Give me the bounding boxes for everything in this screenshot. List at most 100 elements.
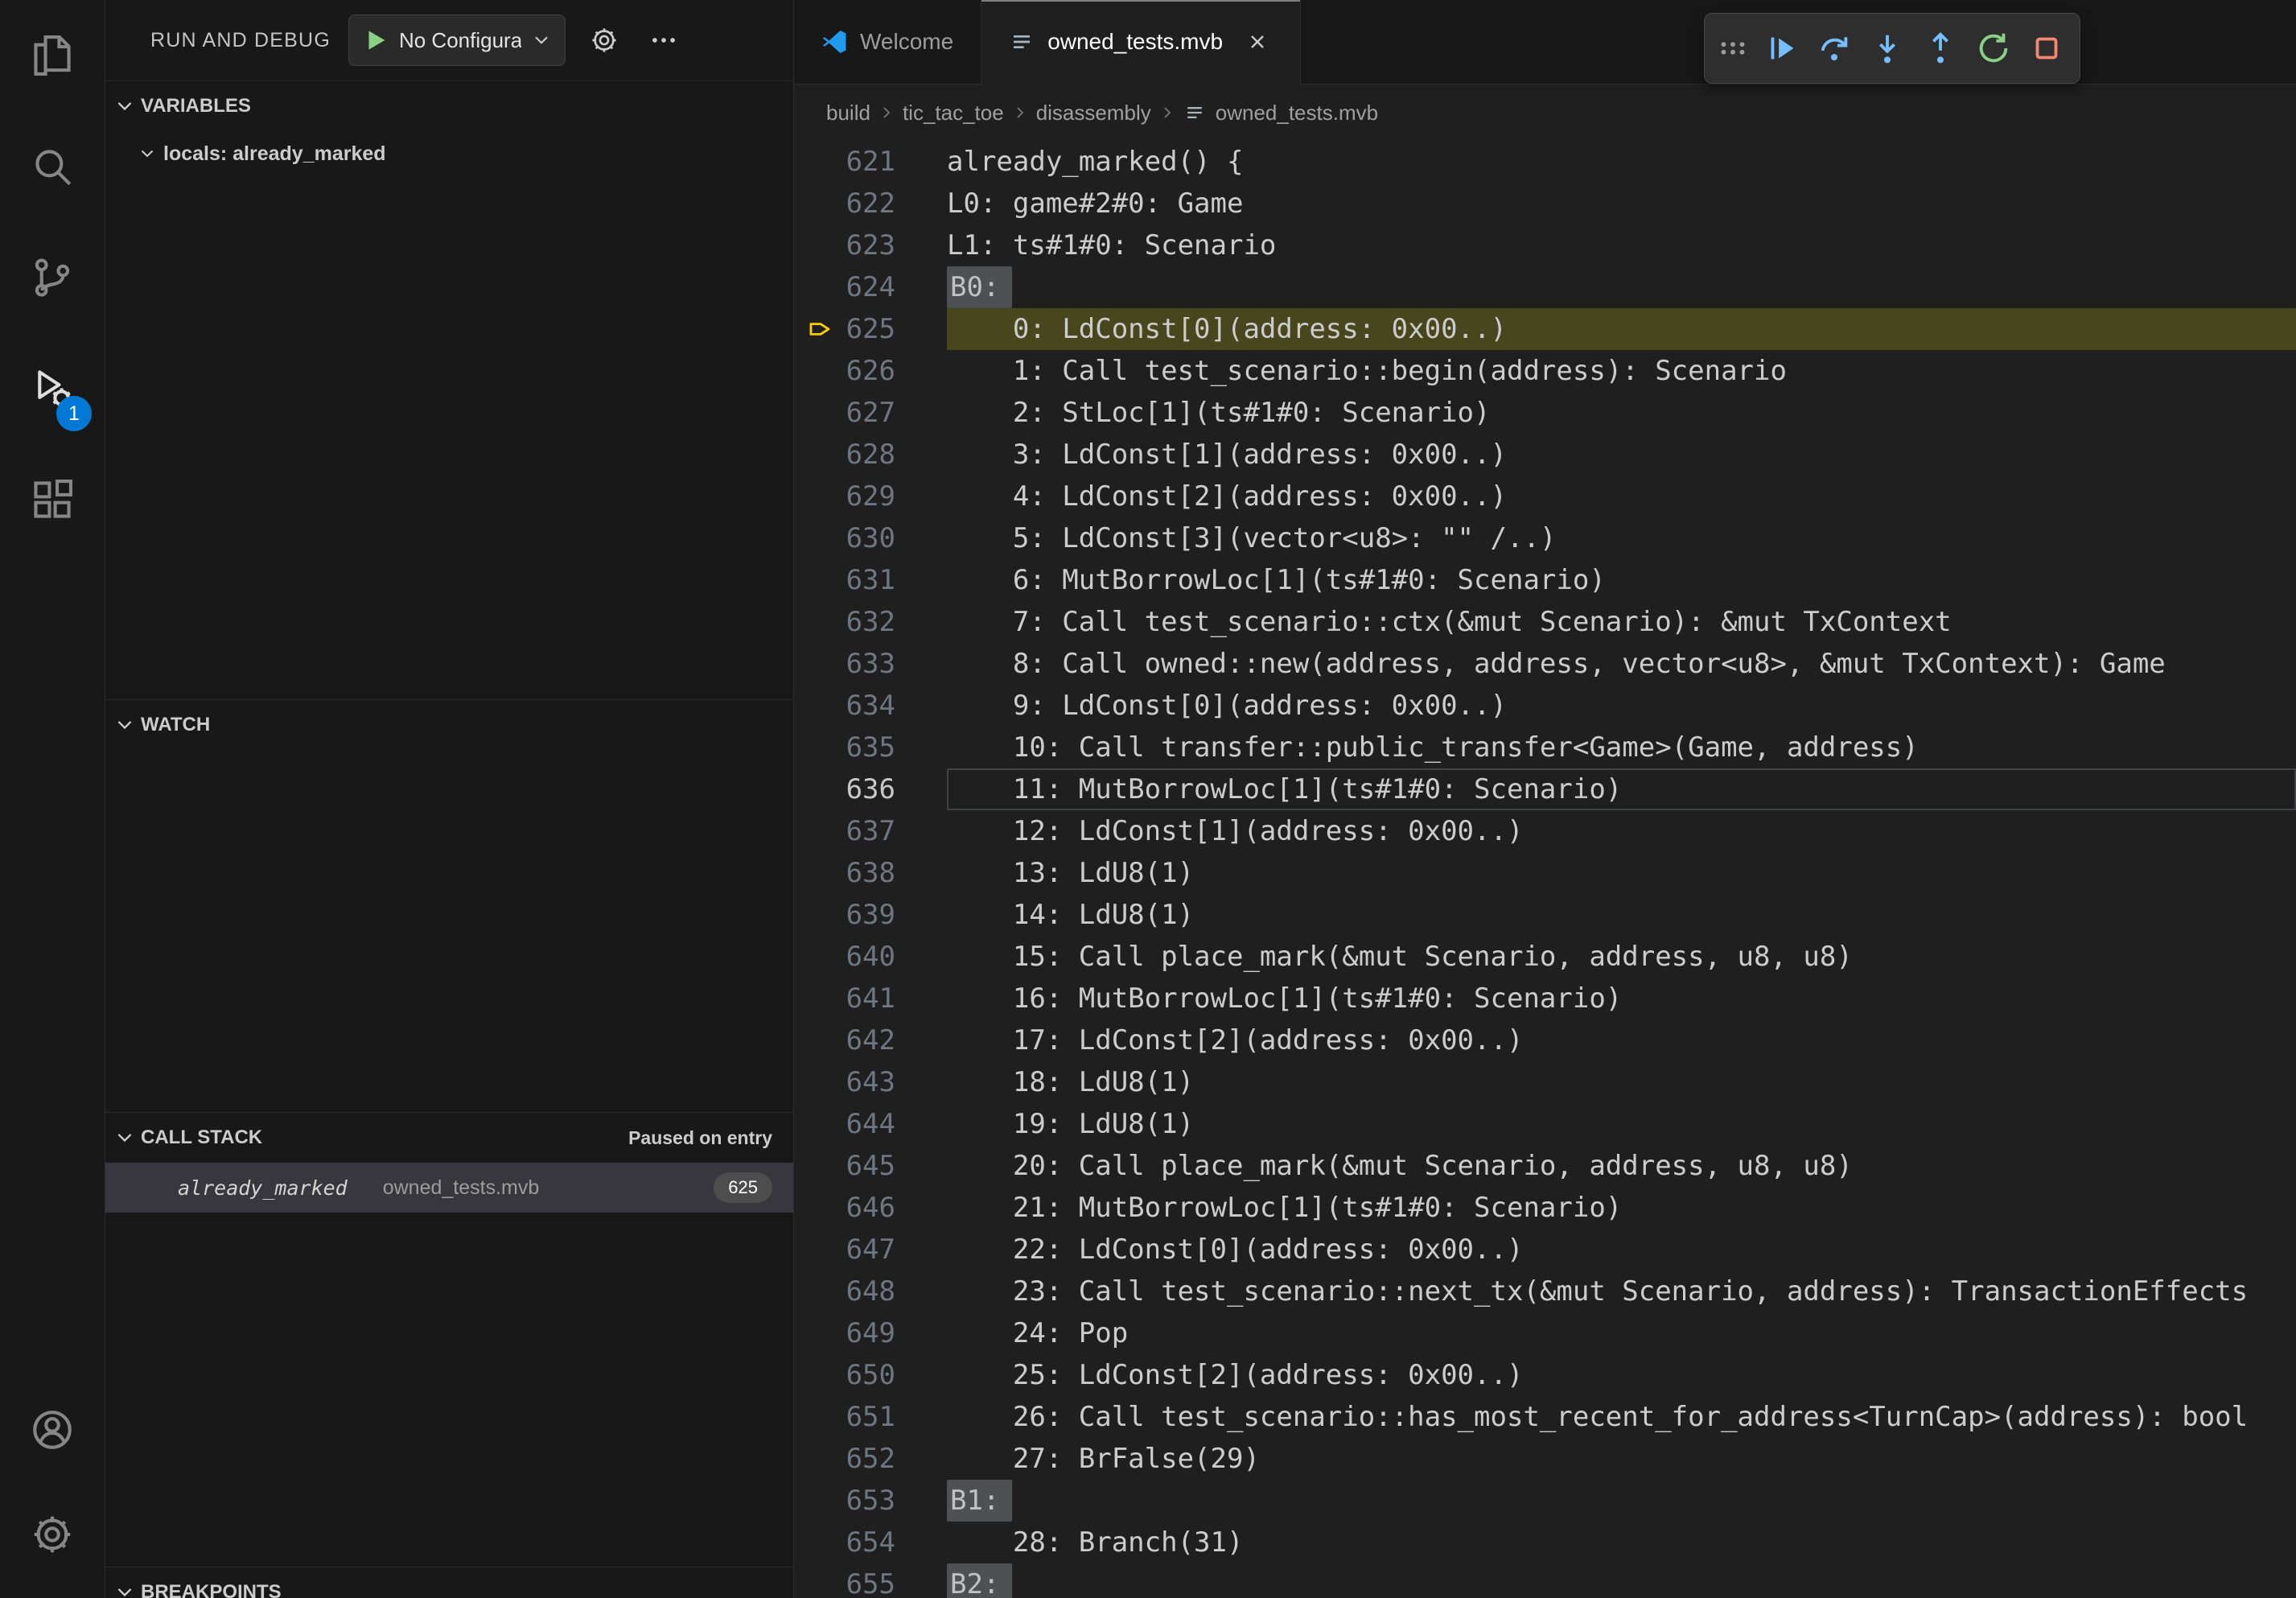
code-line-content[interactable]: 26: Call test_scenario::has_most_recent_… (947, 1396, 2296, 1438)
search-activity-button[interactable] (0, 111, 105, 222)
tab-owned-tests[interactable]: owned_tests.mvb (981, 0, 1301, 84)
code-line-content[interactable]: 19: LdU8(1) (947, 1103, 2296, 1145)
line-number-gutter[interactable]: 622 (794, 183, 947, 224)
code-line-content[interactable]: 23: Call test_scenario::next_tx(&mut Sce… (947, 1271, 2296, 1312)
code-line-content[interactable]: B1: (947, 1480, 2296, 1522)
extensions-activity-button[interactable] (0, 444, 105, 555)
line-number-gutter[interactable]: 636 (794, 768, 947, 810)
line-number-gutter[interactable]: 625 (794, 308, 947, 350)
source-control-activity-button[interactable] (0, 222, 105, 333)
line-number-gutter[interactable]: 643 (794, 1061, 947, 1103)
code-line-content[interactable]: 18: LdU8(1) (947, 1061, 2296, 1103)
watch-section-header[interactable]: WATCH (105, 700, 793, 750)
call-stack-section-header[interactable]: CALL STACK Paused on entry (105, 1113, 793, 1163)
code-line-content[interactable]: 20: Call place_mark(&mut Scenario, addre… (947, 1145, 2296, 1187)
step-out-button[interactable] (1915, 23, 1965, 73)
line-number-gutter[interactable]: 653 (794, 1480, 947, 1522)
manage-settings-button[interactable] (0, 1482, 105, 1587)
line-number-gutter[interactable]: 621 (794, 141, 947, 183)
variables-scope-row[interactable]: locals: already_marked (105, 131, 793, 176)
line-number-gutter[interactable]: 630 (794, 517, 947, 559)
variables-section-header[interactable]: VARIABLES (105, 81, 793, 131)
breadcrumb-item[interactable]: tic_tac_toe (903, 101, 1004, 126)
line-number-gutter[interactable]: 638 (794, 852, 947, 894)
line-number-gutter[interactable]: 655 (794, 1563, 947, 1598)
code-line-content[interactable]: 22: LdConst[0](address: 0x00..) (947, 1229, 2296, 1271)
code-line-content[interactable]: 12: LdConst[1](address: 0x00..) (947, 810, 2296, 852)
line-number-gutter[interactable]: 651 (794, 1396, 947, 1438)
line-number-gutter[interactable]: 648 (794, 1271, 947, 1312)
code-line-content[interactable]: B0: (947, 266, 2296, 308)
code-line-content[interactable]: 2: StLoc[1](ts#1#0: Scenario) (947, 392, 2296, 434)
continue-button[interactable] (1756, 23, 1806, 73)
line-number-gutter[interactable]: 644 (794, 1103, 947, 1145)
code-line-content[interactable]: already_marked() { (947, 141, 2296, 183)
line-number-gutter[interactable]: 629 (794, 476, 947, 517)
code-line-content[interactable]: 7: Call test_scenario::ctx(&mut Scenario… (947, 601, 2296, 643)
code-line-content[interactable]: 17: LdConst[2](address: 0x00..) (947, 1019, 2296, 1061)
code-line-content[interactable]: 27: BrFalse(29) (947, 1438, 2296, 1480)
line-number-gutter[interactable]: 627 (794, 392, 947, 434)
code-line-content[interactable]: 4: LdConst[2](address: 0x00..) (947, 476, 2296, 517)
code-line-content[interactable]: 1: Call test_scenario::begin(address): S… (947, 350, 2296, 392)
breadcrumb-file-item[interactable]: owned_tests.mvb (1183, 101, 1378, 126)
code-line-content[interactable]: L0: game#2#0: Game (947, 183, 2296, 224)
breadcrumb-item[interactable]: build (826, 101, 870, 126)
step-over-button[interactable] (1809, 23, 1859, 73)
code-line-content[interactable]: 13: LdU8(1) (947, 852, 2296, 894)
stop-button[interactable] (2022, 23, 2072, 73)
line-number-gutter[interactable]: 649 (794, 1312, 947, 1354)
code-line-content[interactable]: 8: Call owned::new(address, address, vec… (947, 643, 2296, 685)
line-number-gutter[interactable]: 631 (794, 559, 947, 601)
code-line-content[interactable]: 10: Call transfer::public_transfer<Game>… (947, 727, 2296, 768)
code-line-content[interactable]: L1: ts#1#0: Scenario (947, 224, 2296, 266)
line-number-gutter[interactable]: 645 (794, 1145, 947, 1187)
line-number-gutter[interactable]: 641 (794, 978, 947, 1019)
line-number-gutter[interactable]: 646 (794, 1187, 947, 1229)
breakpoints-section-header[interactable]: BREAKPOINTS (105, 1567, 793, 1598)
line-number-gutter[interactable]: 642 (794, 1019, 947, 1061)
code-line-content[interactable]: 15: Call place_mark(&mut Scenario, addre… (947, 936, 2296, 978)
breadcrumb-item[interactable]: disassembly (1036, 101, 1151, 126)
explorer-activity-button[interactable] (0, 0, 105, 111)
close-tab-button[interactable] (1242, 27, 1273, 57)
code-line-content[interactable]: 14: LdU8(1) (947, 894, 2296, 936)
debug-settings-button[interactable] (583, 19, 625, 61)
code-line-content[interactable]: 0: LdConst[0](address: 0x00..) (947, 308, 2296, 350)
code-line-content[interactable]: 28: Branch(31) (947, 1522, 2296, 1563)
code-line-content[interactable]: 6: MutBorrowLoc[1](ts#1#0: Scenario) (947, 559, 2296, 601)
line-number-gutter[interactable]: 635 (794, 727, 947, 768)
line-number-gutter[interactable]: 624 (794, 266, 947, 308)
account-button[interactable] (0, 1378, 105, 1482)
line-number-gutter[interactable]: 640 (794, 936, 947, 978)
step-into-button[interactable] (1862, 23, 1912, 73)
line-number-gutter[interactable]: 623 (794, 224, 947, 266)
code-editor[interactable]: 621 already_marked() { 622 L0: game#2#0:… (794, 141, 2296, 1598)
line-number-gutter[interactable]: 639 (794, 894, 947, 936)
views-more-actions-button[interactable] (643, 19, 685, 61)
line-number-gutter[interactable]: 626 (794, 350, 947, 392)
line-number-gutter[interactable]: 634 (794, 685, 947, 727)
line-number-gutter[interactable]: 632 (794, 601, 947, 643)
line-number-gutter[interactable]: 652 (794, 1438, 947, 1480)
code-line-content[interactable]: 21: MutBorrowLoc[1](ts#1#0: Scenario) (947, 1187, 2296, 1229)
code-line-content[interactable]: 24: Pop (947, 1312, 2296, 1354)
line-number-gutter[interactable]: 647 (794, 1229, 947, 1271)
debug-launch-dropdown[interactable]: No Configura (348, 14, 566, 66)
call-stack-frame[interactable]: already_marked owned_tests.mvb 625 (105, 1163, 793, 1213)
code-line-content[interactable]: 9: LdConst[0](address: 0x00..) (947, 685, 2296, 727)
tab-welcome[interactable]: Welcome (794, 0, 981, 84)
toolbar-drag-gripper-icon[interactable] (1713, 23, 1753, 73)
code-line-content[interactable]: 5: LdConst[3](vector<u8>: "" /..) (947, 517, 2296, 559)
line-number-gutter[interactable]: 650 (794, 1354, 947, 1396)
code-line-content[interactable]: 25: LdConst[2](address: 0x00..) (947, 1354, 2296, 1396)
run-and-debug-activity-button[interactable]: 1 (0, 333, 105, 444)
code-line-content[interactable]: 11: MutBorrowLoc[1](ts#1#0: Scenario) (947, 768, 2296, 810)
code-line-content[interactable]: 3: LdConst[1](address: 0x00..) (947, 434, 2296, 476)
line-number-gutter[interactable]: 628 (794, 434, 947, 476)
line-number-gutter[interactable]: 633 (794, 643, 947, 685)
code-line-content[interactable]: B2: (947, 1563, 2296, 1598)
restart-button[interactable] (1969, 23, 2018, 73)
line-number-gutter[interactable]: 654 (794, 1522, 947, 1563)
line-number-gutter[interactable]: 637 (794, 810, 947, 852)
